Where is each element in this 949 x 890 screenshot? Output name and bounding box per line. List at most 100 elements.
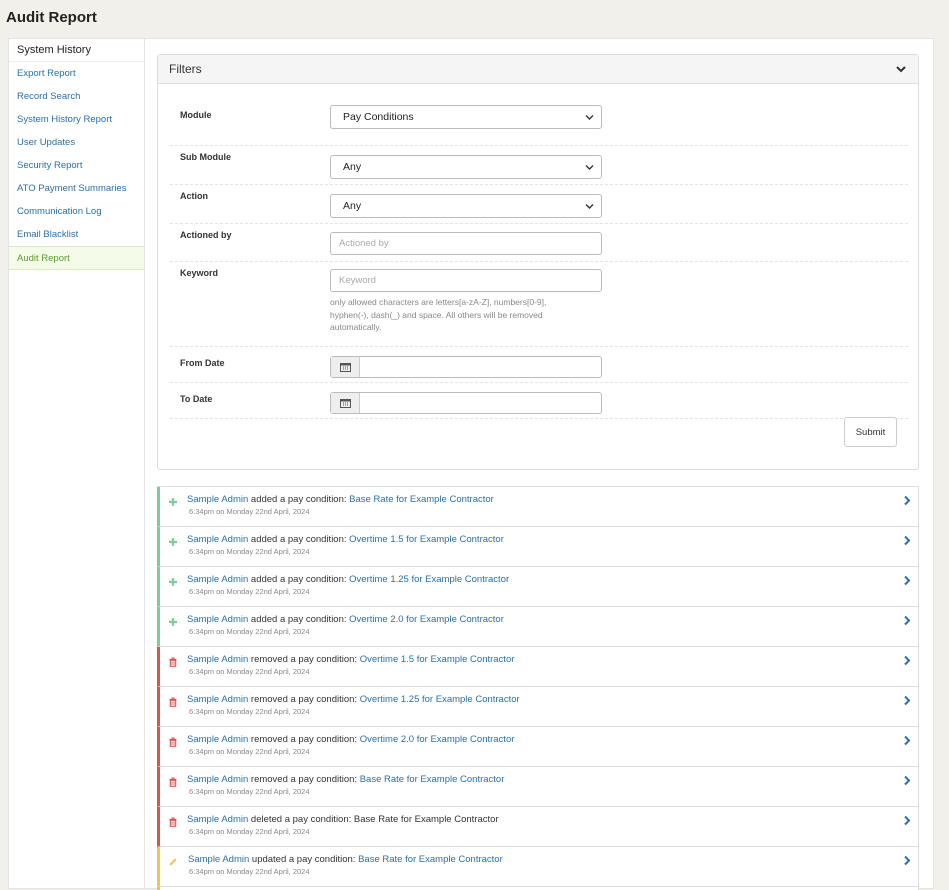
actioned-by-placeholder: Actioned by: [339, 238, 389, 249]
log-summary: Sample Admin deleted a pay condition: Ba…: [187, 814, 499, 825]
chevron-right-icon[interactable]: [903, 615, 911, 626]
sidebar-item-email-blacklist[interactable]: Email Blacklist: [9, 223, 144, 246]
object-link[interactable]: Overtime 1.25 for Example Contractor: [349, 574, 509, 585]
chevron-right-icon[interactable]: [903, 535, 911, 546]
sub-module-select-value: Any: [343, 161, 362, 173]
sidebar-item-security-report[interactable]: Security Report: [9, 154, 144, 177]
sidebar-item-communication-log[interactable]: Communication Log: [9, 200, 144, 223]
log-row[interactable]: Sample Admin removed a pay condition: Ba…: [157, 767, 919, 807]
chevron-right-icon[interactable]: [903, 855, 911, 866]
user-link[interactable]: Sample Admin: [187, 614, 248, 625]
keyword-row: Keyword Keyword only allowed characters …: [170, 262, 908, 347]
keyword-placeholder: Keyword: [339, 275, 376, 286]
user-link[interactable]: Sample Admin: [187, 534, 248, 545]
calendar-icon[interactable]: [331, 393, 360, 413]
sidebar-item-audit-report[interactable]: Audit Report: [9, 246, 144, 270]
log-row[interactable]: Sample Admin added a pay condition: Over…: [157, 527, 919, 567]
sidebar-item-label: Email Blacklist: [17, 229, 79, 240]
sidebar-item-label: Audit Report: [17, 253, 70, 264]
from-date-field[interactable]: [330, 356, 602, 378]
chevron-right-icon[interactable]: [903, 495, 911, 506]
object-link[interactable]: Overtime 1.5 for Example Contractor: [360, 654, 515, 665]
object-link[interactable]: Overtime 1.5 for Example Contractor: [349, 534, 504, 545]
keyword-input[interactable]: Keyword: [330, 269, 602, 292]
chevron-right-icon[interactable]: [903, 815, 911, 826]
log-row[interactable]: Sample Admin added a pay condition: Over…: [157, 607, 919, 647]
user-link[interactable]: Sample Admin: [187, 654, 248, 665]
action-text: added a pay condition:: [248, 534, 350, 545]
filters-header[interactable]: Filters: [158, 55, 918, 84]
log-summary: Sample Admin added a pay condition: Base…: [187, 494, 494, 505]
chevron-right-icon[interactable]: [903, 735, 911, 746]
to-date-label: To Date: [180, 394, 213, 404]
action-text: deleted a pay condition:: [248, 814, 354, 825]
plus-icon: [169, 578, 177, 586]
user-link[interactable]: Sample Admin: [187, 494, 248, 505]
user-link[interactable]: Sample Admin: [187, 694, 248, 705]
plus-icon: [169, 618, 177, 626]
sub-module-select[interactable]: Any: [330, 155, 602, 179]
filters-title: Filters: [169, 62, 202, 76]
log-row[interactable]: Sample Admin removed a pay condition: Ov…: [157, 647, 919, 687]
object-link[interactable]: Base Rate for Example Contractor: [360, 774, 505, 785]
sidebar-item-user-updates[interactable]: User Updates: [9, 131, 144, 154]
sidebar-item-export-report[interactable]: Export Report: [9, 62, 144, 85]
log-summary: Sample Admin removed a pay condition: Ov…: [187, 734, 514, 745]
trash-icon: [169, 697, 177, 707]
log-row[interactable]: Sample Admin deleted a pay condition: Ba…: [157, 807, 919, 847]
chevron-right-icon[interactable]: [903, 575, 911, 586]
action-text: added a pay condition:: [248, 614, 350, 625]
actioned-by-label: Actioned by: [180, 230, 232, 240]
sidebar-item-label: User Updates: [17, 137, 76, 148]
object-link[interactable]: Base Rate for Example Contractor: [349, 494, 494, 505]
log-summary: Sample Admin added a pay condition: Over…: [187, 574, 509, 585]
object-link[interactable]: Overtime 2.0 for Example Contractor: [349, 614, 504, 625]
log-row[interactable]: Sample Admin added a pay condition: Base…: [157, 487, 919, 527]
log-timestamp: 6:34pm on Monday 22nd April, 2024: [189, 627, 310, 636]
object-name: Base Rate for Example Contractor: [353, 814, 499, 825]
main-content: Filters Module Pay Conditions Sub Module…: [144, 38, 934, 890]
to-date-field[interactable]: [330, 392, 602, 414]
actioned-by-row: Actioned by Actioned by: [170, 224, 908, 262]
sidebar-item-ato-payment-summaries[interactable]: ATO Payment Summaries: [9, 177, 144, 200]
module-select[interactable]: Pay Conditions: [330, 105, 602, 129]
chevron-right-icon[interactable]: [903, 655, 911, 666]
log-row[interactable]: Sample Admin added a pay condition: Over…: [157, 567, 919, 607]
chevron-right-icon[interactable]: [903, 695, 911, 706]
log-timestamp: 6:34pm on Monday 22nd April, 2024: [189, 747, 310, 756]
keyword-label: Keyword: [180, 268, 219, 278]
sidebar-item-record-search[interactable]: Record Search: [9, 85, 144, 108]
from-date-label: From Date: [180, 358, 225, 368]
sidebar-item-system-history-report[interactable]: System History Report: [9, 108, 144, 131]
log-timestamp: 6:34pm on Monday 22nd April, 2024: [189, 667, 310, 676]
log-summary: Sample Admin removed a pay condition: Ov…: [187, 654, 514, 665]
action-row: Action Any: [170, 185, 908, 224]
user-link[interactable]: Sample Admin: [188, 854, 249, 865]
log-row[interactable]: Sample Admin removed a pay condition: Ov…: [157, 727, 919, 767]
log-timestamp: 6:34pm on Monday 22nd April, 2024: [189, 867, 310, 876]
user-link[interactable]: Sample Admin: [187, 814, 248, 825]
calendar-icon[interactable]: [331, 357, 360, 377]
log-timestamp: 6:34pm on Monday 22nd April, 2024: [189, 507, 310, 516]
trash-icon: [169, 657, 177, 667]
user-link[interactable]: Sample Admin: [187, 774, 248, 785]
sidebar-item-label: ATO Payment Summaries: [17, 183, 127, 194]
actioned-by-input[interactable]: Actioned by: [330, 232, 602, 255]
object-link[interactable]: Base Rate for Example Contractor: [358, 854, 503, 865]
log-summary: Sample Admin added a pay condition: Over…: [187, 534, 504, 545]
log-row[interactable]: Sample Admin removed a pay condition: Ov…: [157, 687, 919, 727]
object-link[interactable]: Overtime 2.0 for Example Contractor: [360, 734, 515, 745]
chevron-down-icon[interactable]: [896, 64, 906, 74]
user-link[interactable]: Sample Admin: [187, 734, 248, 745]
action-select[interactable]: Any: [330, 194, 602, 218]
object-link[interactable]: Overtime 1.25 for Example Contractor: [360, 694, 520, 705]
user-link[interactable]: Sample Admin: [187, 574, 248, 585]
plus-icon: [169, 498, 177, 506]
chevron-down-icon: [585, 115, 594, 120]
log-row[interactable]: Sample Admin updated a pay condition: Ba…: [157, 847, 919, 887]
action-text: added a pay condition:: [248, 574, 350, 585]
chevron-right-icon[interactable]: [903, 775, 911, 786]
module-row: Module Pay Conditions: [170, 103, 908, 146]
log-timestamp: 6:34pm on Monday 22nd April, 2024: [189, 787, 310, 796]
submit-button[interactable]: Submit: [844, 417, 897, 447]
